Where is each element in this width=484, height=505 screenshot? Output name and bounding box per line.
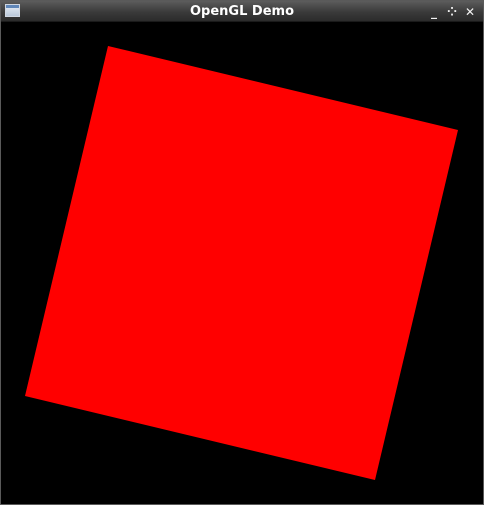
maximize-icon[interactable]: ⁘ [445,5,459,19]
window-controls: _ ⁘ ✕ [427,3,477,20]
render-surface [1,22,483,504]
close-icon[interactable]: ✕ [463,5,477,19]
opengl-canvas[interactable] [1,22,483,504]
window-title: OpenGL Demo [190,4,294,19]
minimize-icon[interactable]: _ [427,5,441,19]
app-window: OpenGL Demo _ ⁘ ✕ [0,0,484,505]
title-bar[interactable]: OpenGL Demo _ ⁘ ✕ [1,1,483,22]
